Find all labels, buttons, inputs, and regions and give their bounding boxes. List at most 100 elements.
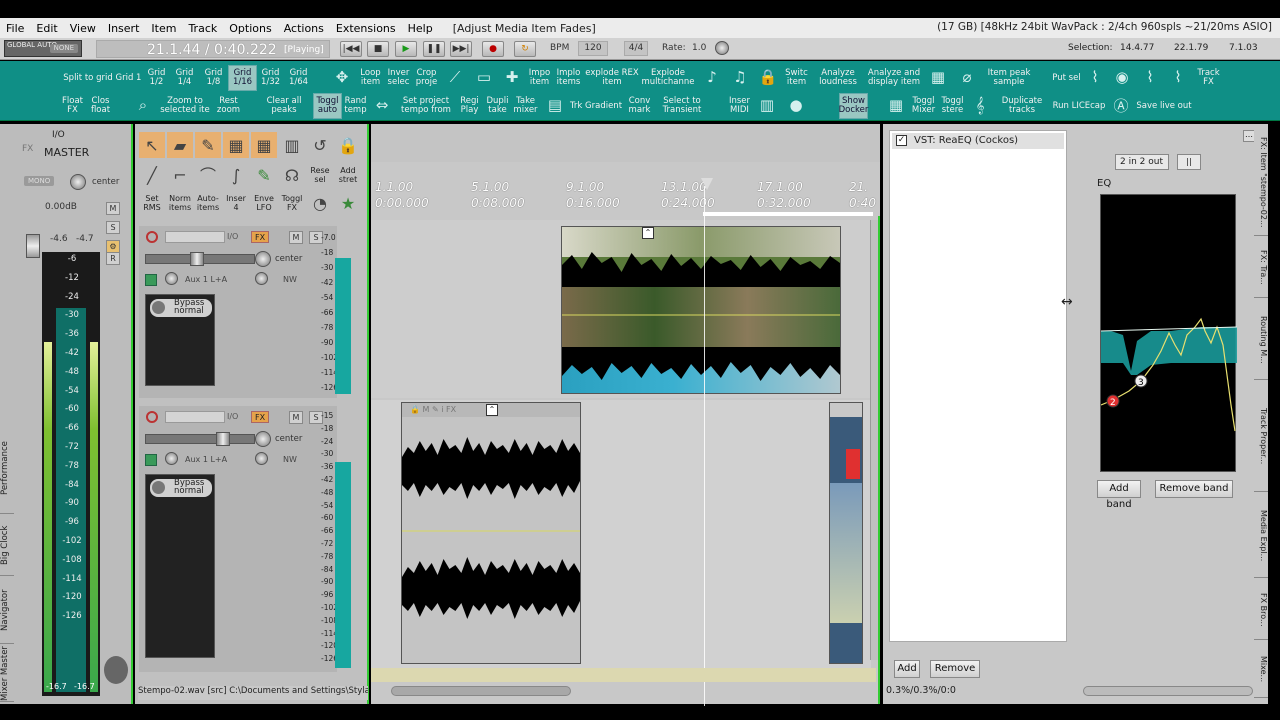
pause-icon[interactable]: ❚❚: [423, 41, 445, 57]
menu-actions[interactable]: Actions: [278, 22, 330, 35]
video-item[interactable]: ⌃: [561, 226, 841, 394]
clef-icon[interactable]: 𝄞: [968, 93, 992, 117]
eraser-icon[interactable]: ⌀: [955, 65, 979, 89]
tempo-icon[interactable]: ⟋: [443, 65, 467, 89]
notes-icon[interactable]: ♫: [728, 65, 752, 89]
track-2-bypass-toggle[interactable]: Bypass normal: [150, 479, 212, 497]
fx-list-item[interactable]: ✓ VST: ReaEQ (Cockos): [892, 133, 1064, 149]
s-curve-icon[interactable]: ∫: [223, 162, 249, 188]
track-2-fx-slot[interactable]: Bypass normal: [145, 474, 215, 658]
dock-tab-item-fx[interactable]: FX: Item "stempo-02...: [1254, 130, 1268, 236]
selection-start[interactable]: 14.4.77: [1120, 43, 1154, 53]
track-1-envelope-icon[interactable]: [145, 274, 157, 286]
stack-icon[interactable]: ▤: [543, 93, 567, 117]
track-1-io[interactable]: I/O: [227, 232, 238, 241]
toolbar-button-r1-9[interactable]: Inver selec: [384, 65, 413, 91]
arrange-vscrollbar[interactable]: [870, 220, 878, 660]
mono-button[interactable]: MONO: [24, 176, 55, 186]
track-1-width-knob[interactable]: [255, 272, 268, 285]
track-2-volume-thumb[interactable]: [216, 432, 230, 446]
stop-icon[interactable]: ■: [367, 41, 389, 57]
track-1-send[interactable]: Aux 1 L+A: [185, 275, 227, 284]
grid-snap-icon[interactable]: ▦: [223, 132, 249, 158]
toolbar-button-r2-4[interactable]: Clear all peaks: [256, 93, 312, 119]
envelope-icon[interactable]: ⌇: [1083, 65, 1107, 89]
rate-knob[interactable]: [715, 41, 729, 55]
pencil-brush-icon[interactable]: ✎: [195, 132, 221, 158]
bpm-field[interactable]: 120: [578, 41, 608, 56]
eye-icon[interactable]: ◉: [1110, 65, 1134, 89]
toolbar-button-r1-2[interactable]: Grid 1/2: [142, 65, 171, 91]
toolbar-button-r2-3[interactable]: Rest zoom: [214, 93, 243, 119]
track-1-lane[interactable]: ⌃: [371, 220, 871, 398]
grid-lines-icon[interactable]: ▥: [279, 132, 305, 158]
go-to-start-icon[interactable]: |◀◀: [340, 41, 362, 57]
menu-help[interactable]: Help: [402, 22, 439, 35]
dock-tab-track-properties[interactable]: Track Proper...: [1254, 382, 1268, 492]
toolbar-button-r2-15[interactable]: Show Docker: [839, 93, 868, 119]
global-auto-button[interactable]: GLOBAL AUTO NONE: [4, 40, 82, 57]
record-arm-icon[interactable]: ●: [784, 93, 808, 117]
timesig-field[interactable]: 4/4: [624, 41, 648, 56]
envelope3-icon[interactable]: ⌇: [1166, 65, 1190, 89]
track-1-volume-thumb[interactable]: [190, 252, 204, 266]
toolbar-button-r1-1[interactable]: Grid 1: [114, 65, 143, 91]
note-icon[interactable]: ♪: [700, 65, 724, 89]
toolbar-button-r1-12[interactable]: Implo items: [554, 65, 583, 91]
loop-icon[interactable]: ↺: [307, 132, 333, 158]
toolbar-button-r1-8[interactable]: Loop item: [356, 65, 385, 91]
dock-tab-track-fx[interactable]: FX: Tra...: [1254, 238, 1268, 298]
track-2-send-knob[interactable]: [165, 452, 178, 465]
toolbar-button-r2-17[interactable]: Toggl stere: [938, 93, 967, 119]
master-solo-button[interactable]: S: [106, 221, 120, 234]
toolbar-button-r1-16[interactable]: Analyze loudness: [810, 65, 866, 91]
master-rec-button[interactable]: R: [106, 252, 120, 265]
menu-file[interactable]: File: [0, 22, 30, 35]
toggle-fx-button[interactable]: Toggl FX: [279, 190, 305, 216]
cursor-icon[interactable]: ↖: [139, 132, 165, 158]
track-1-fx-button[interactable]: FX: [251, 231, 270, 243]
curve-icon[interactable]: ⌒: [195, 162, 221, 188]
metronome-icon[interactable]: ◔: [307, 190, 333, 216]
master-io-button[interactable]: I/O: [52, 130, 65, 140]
arrange-hscrollbar[interactable]: [391, 686, 571, 696]
fx-hscrollbar[interactable]: [1083, 686, 1253, 696]
audio-item-fx-icon[interactable]: ⌃: [486, 404, 498, 416]
toolbar-button-r2-20[interactable]: Save live out: [1136, 93, 1192, 119]
menu-item[interactable]: Item: [145, 22, 182, 35]
glue-icon[interactable]: ▭: [472, 65, 496, 89]
step-icon[interactable]: ⌐: [167, 162, 193, 188]
track-1-mute-button[interactable]: M: [289, 231, 303, 244]
track-1-volume-fader[interactable]: [145, 252, 255, 266]
toolbar-button-r2-6[interactable]: Rand temp: [341, 93, 370, 119]
menu-extensions[interactable]: Extensions: [330, 22, 402, 35]
toolbar-button-r2-5[interactable]: Toggl auto: [313, 93, 342, 119]
pencil-icon[interactable]: ✎: [251, 162, 277, 188]
toolbar-button-r1-20[interactable]: Track FX: [1194, 65, 1223, 91]
dock-tab-fx-browser[interactable]: FX Bro...: [1254, 580, 1268, 640]
toolbar-button-r2-9[interactable]: Dupli take: [483, 93, 512, 119]
rate-value[interactable]: 1.0: [692, 43, 706, 53]
track-2-mute-button[interactable]: M: [289, 411, 303, 424]
pause-fx-icon[interactable]: ||: [1177, 154, 1201, 170]
fx-enable-checkbox[interactable]: ✓: [896, 135, 907, 146]
track-1-send-knob[interactable]: [165, 272, 178, 285]
menu-view[interactable]: View: [64, 22, 102, 35]
track-2-name[interactable]: [165, 411, 225, 423]
reset-sel-button[interactable]: Rese sel: [307, 162, 333, 188]
dock-tab-media-explorer[interactable]: Media Expl...: [1254, 494, 1268, 578]
toolbar-button-r2-14[interactable]: Inser MIDI: [725, 93, 754, 119]
menu-track[interactable]: Track: [182, 22, 223, 35]
toolbar-button-r2-7[interactable]: Set project tempo from: [398, 93, 454, 119]
toolbar-button-r2-2[interactable]: Zoom to selected ite: [157, 93, 213, 119]
toolbar-button-r1-3[interactable]: Grid 1/4: [170, 65, 199, 91]
toolbar-button-r2-18[interactable]: Duplicate tracks: [994, 93, 1050, 119]
master-fader[interactable]: [26, 234, 40, 258]
toolbar-button-r1-19[interactable]: Put sel: [1052, 65, 1081, 91]
toolbar-button-r2-12[interactable]: Conv mark: [625, 93, 654, 119]
toolbar-button-r2-16[interactable]: Toggl Mixer: [909, 93, 938, 119]
add-stretch-button[interactable]: Add stret: [335, 162, 361, 188]
track-1-name[interactable]: [165, 231, 225, 243]
time-display[interactable]: 21.1.44 / 0:40.222 [Playing]: [96, 40, 330, 58]
track-1-fx-slot[interactable]: Bypass normal: [145, 294, 215, 386]
